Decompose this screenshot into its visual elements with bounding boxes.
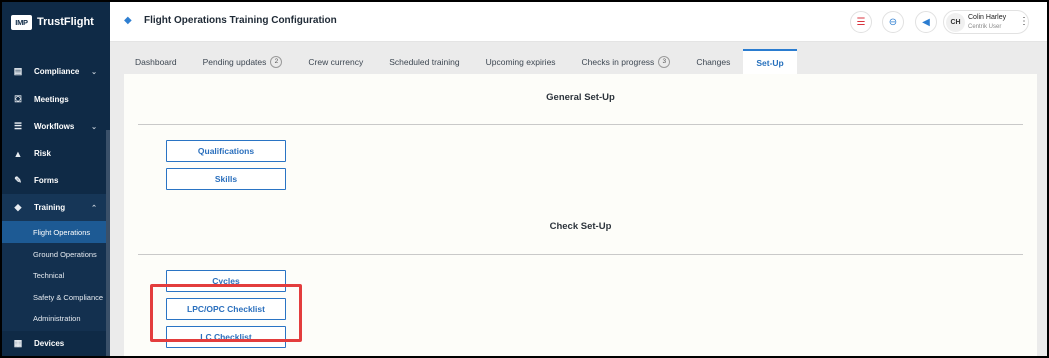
devices-icon: ▦ <box>13 338 23 348</box>
tab-label: Dashboard <box>135 56 177 67</box>
risk-icon: ▲ <box>13 148 23 159</box>
user-name: Colin Harley <box>968 14 1007 21</box>
workflows-icon: ☰ <box>13 121 23 131</box>
chevron-up-icon: ⌃ <box>91 204 97 212</box>
meetings-icon: ⛋ <box>14 94 22 104</box>
sidebar-item-label: Devices <box>34 339 65 348</box>
tab-label: Scheduled training <box>389 56 460 67</box>
sidebar-item-training[interactable]: ◆ Training ⌃ <box>2 194 106 221</box>
section-title-general: General Set-Up <box>546 92 615 103</box>
graduation-cap-icon: ◆ <box>14 202 22 212</box>
link-icon[interactable]: ⊖ <box>882 11 904 33</box>
qualifications-button[interactable]: Qualifications <box>166 140 286 162</box>
brand-logo: IMP <box>11 14 32 30</box>
brand-name: TrustFlight <box>37 16 94 28</box>
app-window: IMP TrustFlight ▤ Compliance ⌄ ⛋ Meeting… <box>2 2 1047 356</box>
sidebar-item-workflows[interactable]: ☰ Workflows ⌄ <box>2 113 106 140</box>
tab-pending-updates[interactable]: Pending updates 2 <box>190 49 296 74</box>
sidebar-subitem-ground-operations[interactable]: Ground Operations <box>2 243 106 265</box>
kebab-menu-icon[interactable]: ⋮ <box>1019 15 1029 29</box>
announcement-icon[interactable]: ◀ <box>915 11 937 33</box>
sidebar-item-label: Meetings <box>34 95 69 104</box>
chevron-down-icon: ⌄ <box>91 68 97 76</box>
clipboard-icon: ▤ <box>13 66 23 76</box>
tab-set-up[interactable]: Set-Up <box>743 49 797 74</box>
skills-button[interactable]: Skills <box>166 168 286 190</box>
avatar: CH <box>946 13 965 32</box>
page-title: Flight Operations Training Configuration <box>144 15 337 26</box>
count-badge: 2 <box>270 55 283 68</box>
tab-upcoming-expiries[interactable]: Upcoming expiries <box>473 49 569 74</box>
divider <box>138 254 1023 255</box>
sidebar: IMP TrustFlight ▤ Compliance ⌄ ⛋ Meeting… <box>2 2 110 356</box>
sidebar-item-forms[interactable]: ✎ Forms <box>2 167 106 194</box>
tab-label: Set-Up <box>756 57 784 68</box>
sidebar-item-risk[interactable]: ▲ Risk <box>2 140 106 167</box>
tab-label: Changes <box>696 56 731 67</box>
tab-label: Crew currency <box>308 56 364 67</box>
user-role: Centrik User <box>968 24 1002 30</box>
sidebar-item-label: Workflows <box>34 122 75 131</box>
section-title-check: Check Set-Up <box>549 221 612 232</box>
tab-crew-currency[interactable]: Crew currency <box>295 49 376 74</box>
sidebar-subitem-flight-operations[interactable]: Flight Operations <box>2 221 106 243</box>
tab-label: Upcoming expiries <box>485 56 556 67</box>
sidebar-item-compliance[interactable]: ▤ Compliance ⌄ <box>2 58 106 85</box>
sidebar-subitem-safety-compliance[interactable]: Safety & Compliance <box>2 286 106 308</box>
highlight-annotation <box>150 284 302 342</box>
tab-dashboard[interactable]: Dashboard <box>122 49 190 74</box>
count-badge: 3 <box>658 55 671 68</box>
chevron-down-icon: ⌄ <box>91 123 97 131</box>
top-header: ◆ Flight Operations Training Configurati… <box>110 2 1047 42</box>
sidebar-item-label: Forms <box>34 176 59 185</box>
sidebar-item-devices[interactable]: ▦ Devices <box>2 330 106 356</box>
sidebar-item-meetings[interactable]: ⛋ Meetings <box>2 86 106 113</box>
tab-scheduled-training[interactable]: Scheduled training <box>376 49 472 74</box>
documents-icon[interactable]: ☰ <box>850 11 872 33</box>
graduation-cap-icon: ◆ <box>124 15 132 26</box>
tab-bar: Dashboard Pending updates 2 Crew currenc… <box>122 49 797 74</box>
brand[interactable]: IMP TrustFlight <box>2 2 110 42</box>
tab-changes[interactable]: Changes <box>683 49 743 74</box>
sidebar-item-label: Training <box>34 203 66 212</box>
forms-icon: ✎ <box>14 175 22 185</box>
user-menu[interactable]: CH Colin Harley Centrik User ⋮ <box>943 10 1029 34</box>
sidebar-subitem-technical[interactable]: Technical <box>2 264 106 286</box>
sidebar-item-label: Risk <box>34 149 51 158</box>
sidebar-item-label: Compliance <box>34 67 80 76</box>
sidebar-subitem-administration[interactable]: Administration <box>2 307 106 329</box>
tab-label: Checks in progress <box>581 56 655 67</box>
tab-label: Pending updates <box>202 56 267 67</box>
tab-checks-in-progress[interactable]: Checks in progress 3 <box>569 49 684 74</box>
divider <box>138 124 1023 125</box>
